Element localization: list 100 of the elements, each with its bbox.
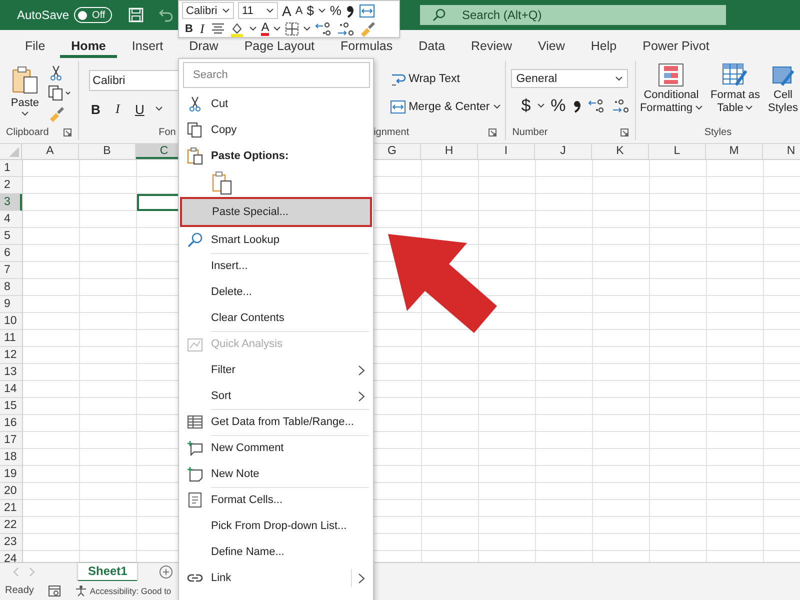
merge-icon[interactable] [359, 4, 376, 18]
ribbon-tab[interactable]: Review [460, 30, 524, 58]
ribbon-tab[interactable]: Data [408, 30, 456, 58]
fill-color-icon[interactable] [229, 20, 246, 36]
caret-icon[interactable] [303, 26, 312, 32]
dialog-launcher-icon[interactable] [62, 128, 72, 136]
borders-icon[interactable] [285, 22, 300, 36]
menu-item[interactable]: Cut [179, 91, 373, 117]
dialog-launcher-icon[interactable] [488, 128, 498, 136]
row-header[interactable]: 7 [0, 262, 22, 279]
menu-item[interactable]: Filter [179, 357, 373, 383]
number-format-dropdown[interactable]: General [511, 69, 628, 88]
menu-item[interactable]: Pick From Drop-down List... [179, 513, 373, 539]
column-header[interactable]: L [649, 144, 706, 159]
row-header[interactable]: 1 [0, 160, 22, 177]
percent-button[interactable]: % [550, 96, 566, 116]
format-painter-icon[interactable] [359, 20, 378, 38]
menu-item[interactable]: Paste Special... [180, 197, 372, 227]
ribbon-tab[interactable]: Power Pivot [632, 30, 720, 58]
ribbon-tab[interactable]: File [14, 30, 56, 58]
ribbon-tab[interactable]: Help [580, 30, 628, 58]
ribbon-tab[interactable]: Formulas [330, 30, 404, 58]
autosave-toggle[interactable]: Off [74, 7, 112, 23]
font-size-field[interactable]: 11 [238, 2, 278, 19]
menu-item[interactable]: Delete... [179, 279, 373, 305]
scissors-icon[interactable] [48, 65, 64, 81]
caret-icon[interactable] [273, 26, 282, 32]
row-header[interactable]: 12 [0, 347, 22, 364]
row-header[interactable]: 4 [0, 211, 22, 228]
ribbon-tab[interactable]: Insert [120, 30, 174, 58]
row-header[interactable]: 15 [0, 398, 22, 415]
menu-item[interactable]: Get Data from Table/Range... [179, 409, 373, 435]
menu-item[interactable]: Define Name... [179, 539, 373, 565]
row-header[interactable]: 17 [0, 432, 22, 449]
merge-center-button[interactable]: Merge & Center [390, 97, 506, 117]
decrease-decimal-icon[interactable] [337, 20, 356, 36]
row-header[interactable]: 11 [0, 330, 22, 347]
caret-icon[interactable] [249, 26, 258, 32]
undo-icon[interactable] [158, 7, 174, 23]
row-header[interactable]: 3 [0, 194, 22, 211]
menu-item[interactable]: Smart Lookup [179, 227, 373, 253]
format-painter-icon[interactable] [48, 105, 66, 123]
search-field[interactable]: Search (Alt+Q) [460, 7, 664, 23]
row-header[interactable]: 20 [0, 483, 22, 500]
styles-button[interactable]: Format as Table [708, 63, 762, 124]
row-header[interactable]: 22 [0, 517, 22, 534]
align-center-icon[interactable] [211, 22, 226, 34]
menu-item[interactable]: Clear Contents [179, 305, 373, 331]
decrease-decimal-icon[interactable] [612, 98, 630, 114]
menu-item[interactable]: New Comment [179, 435, 373, 461]
caret-icon[interactable] [318, 8, 326, 14]
bold-button[interactable]: B [88, 102, 103, 116]
row-header[interactable]: 6 [0, 245, 22, 262]
caret-icon[interactable] [536, 103, 545, 109]
bold-button[interactable]: B [185, 22, 193, 34]
sheet-tab[interactable]: Sheet1 [78, 562, 138, 582]
italic-button[interactable]: I [110, 101, 125, 117]
grow-font-button[interactable]: A [282, 2, 292, 18]
column-header[interactable]: J [535, 144, 592, 159]
underline-button[interactable]: U [132, 102, 147, 116]
column-header[interactable]: H [421, 144, 478, 159]
percent-button[interactable]: % [330, 3, 342, 18]
menu-item[interactable]: Sort [179, 383, 373, 409]
row-header[interactable]: 19 [0, 466, 22, 483]
font-color-button[interactable]: A [261, 21, 270, 36]
row-header[interactable]: 23 [0, 534, 22, 551]
row-header[interactable]: 18 [0, 449, 22, 466]
increase-decimal-icon[interactable] [315, 20, 334, 36]
row-header[interactable]: 16 [0, 415, 22, 432]
column-header[interactable]: I [478, 144, 535, 159]
row-header[interactable]: 13 [0, 364, 22, 381]
styles-button[interactable]: Conditional Formatting [638, 63, 705, 124]
save-icon[interactable] [128, 7, 144, 23]
menu-search-field[interactable]: Search [183, 62, 370, 88]
column-header[interactable]: M [706, 144, 763, 159]
comma-style-icon[interactable] [572, 98, 582, 114]
column-header[interactable]: K [592, 144, 649, 159]
increase-decimal-icon[interactable] [588, 98, 606, 114]
row-header[interactable]: 9 [0, 296, 22, 313]
italic-button[interactable]: I [200, 20, 204, 36]
ribbon-tab[interactable]: View [527, 30, 576, 58]
column-header[interactable]: N [763, 144, 800, 159]
row-header[interactable]: 14 [0, 381, 22, 398]
styles-button[interactable]: Cell Styles [766, 63, 800, 124]
copy-icon[interactable] [48, 85, 72, 101]
currency-button[interactable]: $ [306, 3, 314, 18]
currency-button[interactable]: $ [521, 96, 531, 116]
row-header[interactable]: 5 [0, 228, 22, 245]
row-header[interactable]: 10 [0, 313, 22, 330]
menu-item[interactable]: New Note [179, 461, 373, 487]
wrap-text-button[interactable]: Wrap Text [390, 69, 506, 89]
paste-option-icon[interactable] [212, 171, 232, 195]
paste-button[interactable]: Paste [8, 63, 42, 124]
row-header[interactable]: 8 [0, 279, 22, 296]
accessibility-icon[interactable] [74, 584, 87, 596]
caret-icon[interactable] [154, 106, 163, 112]
menu-item[interactable]: Format Cells... [179, 487, 373, 513]
menu-item[interactable]: Link [179, 565, 373, 591]
add-sheet-icon[interactable] [159, 565, 174, 579]
accessibility-status[interactable]: Accessibility: Good to [90, 586, 172, 596]
